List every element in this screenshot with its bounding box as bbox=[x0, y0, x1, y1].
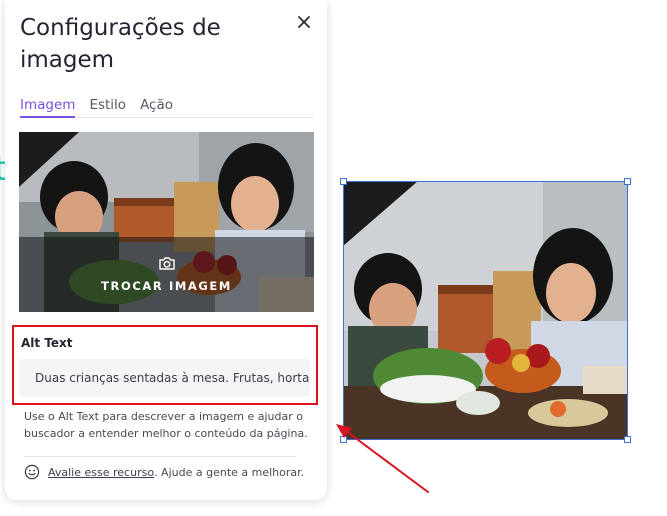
swap-image-overlay[interactable]: TROCAR IMAGEM bbox=[19, 237, 314, 312]
feedback-text: . Ajude a gente a melhorar. bbox=[154, 465, 305, 479]
resize-handle-top-right[interactable] bbox=[624, 178, 631, 185]
tab-imagem[interactable]: Imagem bbox=[20, 95, 76, 118]
close-icon bbox=[298, 16, 310, 28]
divider bbox=[24, 456, 296, 457]
rate-feature-link[interactable]: Avalie esse recurso bbox=[48, 466, 154, 479]
smile-icon bbox=[24, 464, 40, 480]
tab-acao[interactable]: Ação bbox=[140, 95, 173, 118]
close-button[interactable] bbox=[293, 11, 315, 33]
resize-handle-top-left[interactable] bbox=[340, 178, 347, 185]
settings-tabs: Imagem Estilo Ação bbox=[20, 95, 313, 118]
image-preview[interactable]: TROCAR IMAGEM bbox=[19, 132, 314, 312]
alt-text-help: Use o Alt Text para descrever a imagem e… bbox=[24, 410, 308, 440]
resize-handle-bottom-right[interactable] bbox=[624, 436, 631, 443]
annotation-arrow bbox=[336, 424, 429, 493]
alt-text-highlight: Alt Text Duas crianças sentadas à mesa. … bbox=[12, 325, 318, 405]
alt-text-label: Alt Text bbox=[21, 336, 73, 350]
swap-image-label: TROCAR IMAGEM bbox=[101, 279, 232, 293]
feedback-row: Avalie esse recurso . Ajude a gente a me… bbox=[24, 462, 304, 482]
tab-estilo[interactable]: Estilo bbox=[89, 95, 126, 118]
camera-icon bbox=[158, 257, 175, 270]
image-settings-panel: Configurações de imagem Imagem Estilo Aç… bbox=[5, 0, 327, 500]
panel-title: Configurações de imagem bbox=[20, 15, 221, 73]
canvas-photo bbox=[343, 181, 628, 440]
canvas-image[interactable] bbox=[343, 181, 628, 440]
alt-text-input[interactable]: Duas crianças sentadas à mesa. Frutas, h… bbox=[19, 359, 310, 397]
